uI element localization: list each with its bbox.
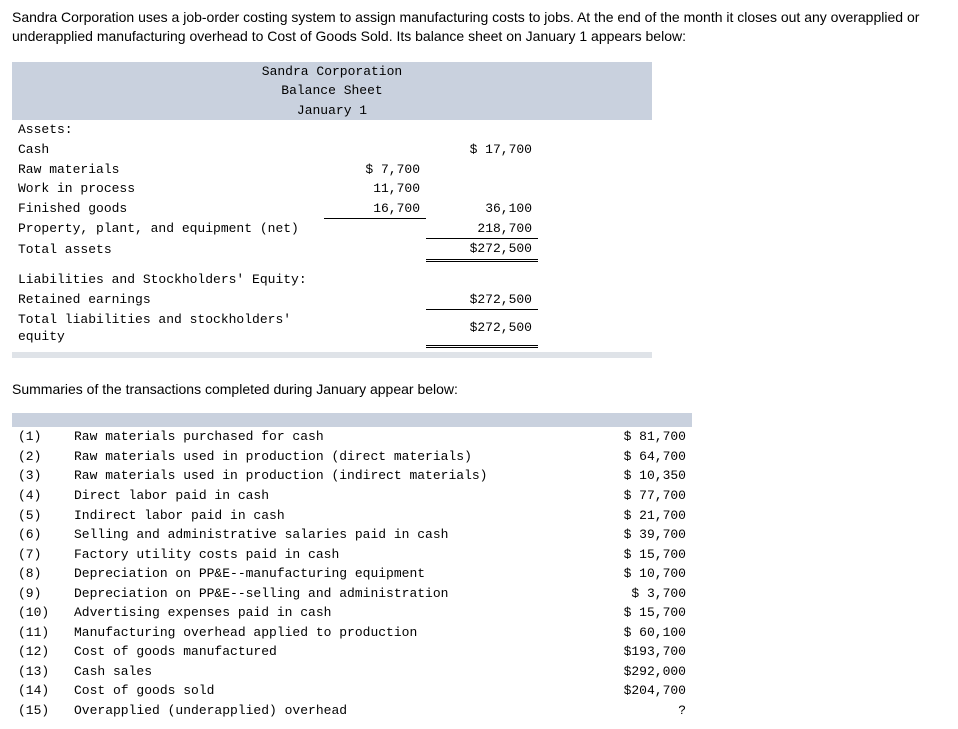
tx-row: (4)Direct labor paid in cash$ 77,700 [12,486,692,506]
tx-label: Depreciation on PP&E--manufacturing equi… [68,564,580,584]
tx-row: (12)Cost of goods manufactured$193,700 [12,642,692,662]
tx-number: (11) [12,623,68,643]
tx-number: (7) [12,545,68,565]
tx-amount: $ 77,700 [580,486,692,506]
tx-number: (12) [12,642,68,662]
tx-label: Factory utility costs paid in cash [68,545,580,565]
tx-label: Raw materials purchased for cash [68,427,580,447]
tx-number: (10) [12,603,68,623]
raw-materials-label: Raw materials [12,160,324,180]
tx-row: (3)Raw materials used in production (ind… [12,466,692,486]
retained-earnings-amount: $272,500 [426,290,538,310]
tx-amount: $292,000 [580,662,692,682]
transactions-table: (1)Raw materials purchased for cash$ 81,… [12,413,692,720]
summary-intro: Summaries of the transactions completed … [12,380,946,399]
tx-label: Raw materials used in production (direct… [68,447,580,467]
tx-row: (1)Raw materials purchased for cash$ 81,… [12,427,692,447]
tx-label: Cost of goods manufactured [68,642,580,662]
ppe-amount: 218,700 [426,219,538,239]
bs-date: January 1 [12,101,652,121]
tx-row: (11)Manufacturing overhead applied to pr… [12,623,692,643]
tx-row: (7)Factory utility costs paid in cash$ 1… [12,545,692,565]
tx-header-bar [12,413,692,427]
tx-row: (8)Depreciation on PP&E--manufacturing e… [12,564,692,584]
cash-amount: $ 17,700 [426,140,538,160]
tx-amount: $ 21,700 [580,506,692,526]
tx-label: Depreciation on PP&E--selling and admini… [68,584,580,604]
tx-row: (10)Advertising expenses paid in cash$ 1… [12,603,692,623]
tx-amount: $ 3,700 [580,584,692,604]
assets-heading: Assets: [12,120,324,140]
intro-paragraph: Sandra Corporation uses a job-order cost… [12,8,946,46]
tx-row: (15)Overapplied (underapplied) overhead? [12,701,692,721]
tx-amount: $ 60,100 [580,623,692,643]
tx-amount: $ 15,700 [580,545,692,565]
tx-amount: $ 81,700 [580,427,692,447]
tx-row: (5)Indirect labor paid in cash$ 21,700 [12,506,692,526]
bs-title: Balance Sheet [12,81,652,101]
tx-number: (8) [12,564,68,584]
tx-row: (13)Cash sales$292,000 [12,662,692,682]
tx-amount: $204,700 [580,681,692,701]
tx-row: (9)Depreciation on PP&E--selling and adm… [12,584,692,604]
tx-number: (1) [12,427,68,447]
bs-company: Sandra Corporation [12,62,652,82]
tx-label: Cash sales [68,662,580,682]
tx-amount: $ 10,350 [580,466,692,486]
tx-number: (5) [12,506,68,526]
tx-label: Indirect labor paid in cash [68,506,580,526]
tx-label: Direct labor paid in cash [68,486,580,506]
tx-number: (6) [12,525,68,545]
total-assets-label: Total assets [12,239,324,261]
tx-number: (15) [12,701,68,721]
total-liab-amount: $272,500 [426,310,538,347]
tx-number: (3) [12,466,68,486]
total-liab-label: Total liabilities and stockholders' equi… [12,310,324,347]
tx-amount: $ 39,700 [580,525,692,545]
fg-label: Finished goods [12,199,324,219]
tx-label: Overapplied (underapplied) overhead [68,701,580,721]
tx-row: (14)Cost of goods sold$204,700 [12,681,692,701]
tx-amount: $193,700 [580,642,692,662]
cash-label: Cash [12,140,324,160]
tx-label: Selling and administrative salaries paid… [68,525,580,545]
tx-amount: $ 10,700 [580,564,692,584]
retained-earnings-label: Retained earnings [12,290,324,310]
tx-row: (6)Selling and administrative salaries p… [12,525,692,545]
inventory-total: 36,100 [426,199,538,219]
tx-row: (2)Raw materials used in production (dir… [12,447,692,467]
tx-label: Cost of goods sold [68,681,580,701]
tx-amount: $ 15,700 [580,603,692,623]
tx-label: Advertising expenses paid in cash [68,603,580,623]
tx-number: (9) [12,584,68,604]
raw-materials-amount: $ 7,700 [324,160,426,180]
wip-label: Work in process [12,179,324,199]
tx-amount: ? [580,701,692,721]
tx-label: Raw materials used in production (indire… [68,466,580,486]
fg-amount: 16,700 [324,199,426,219]
wip-amount: 11,700 [324,179,426,199]
tx-amount: $ 64,700 [580,447,692,467]
tx-number: (14) [12,681,68,701]
ppe-label: Property, plant, and equipment (net) [12,219,324,239]
liab-heading: Liabilities and Stockholders' Equity: [12,270,652,290]
tx-label: Manufacturing overhead applied to produc… [68,623,580,643]
tx-number: (13) [12,662,68,682]
scrollbar-hint [12,352,652,358]
tx-number: (4) [12,486,68,506]
tx-number: (2) [12,447,68,467]
total-assets-amount: $272,500 [426,239,538,261]
balance-sheet-table: Sandra Corporation Balance Sheet January… [12,62,652,349]
